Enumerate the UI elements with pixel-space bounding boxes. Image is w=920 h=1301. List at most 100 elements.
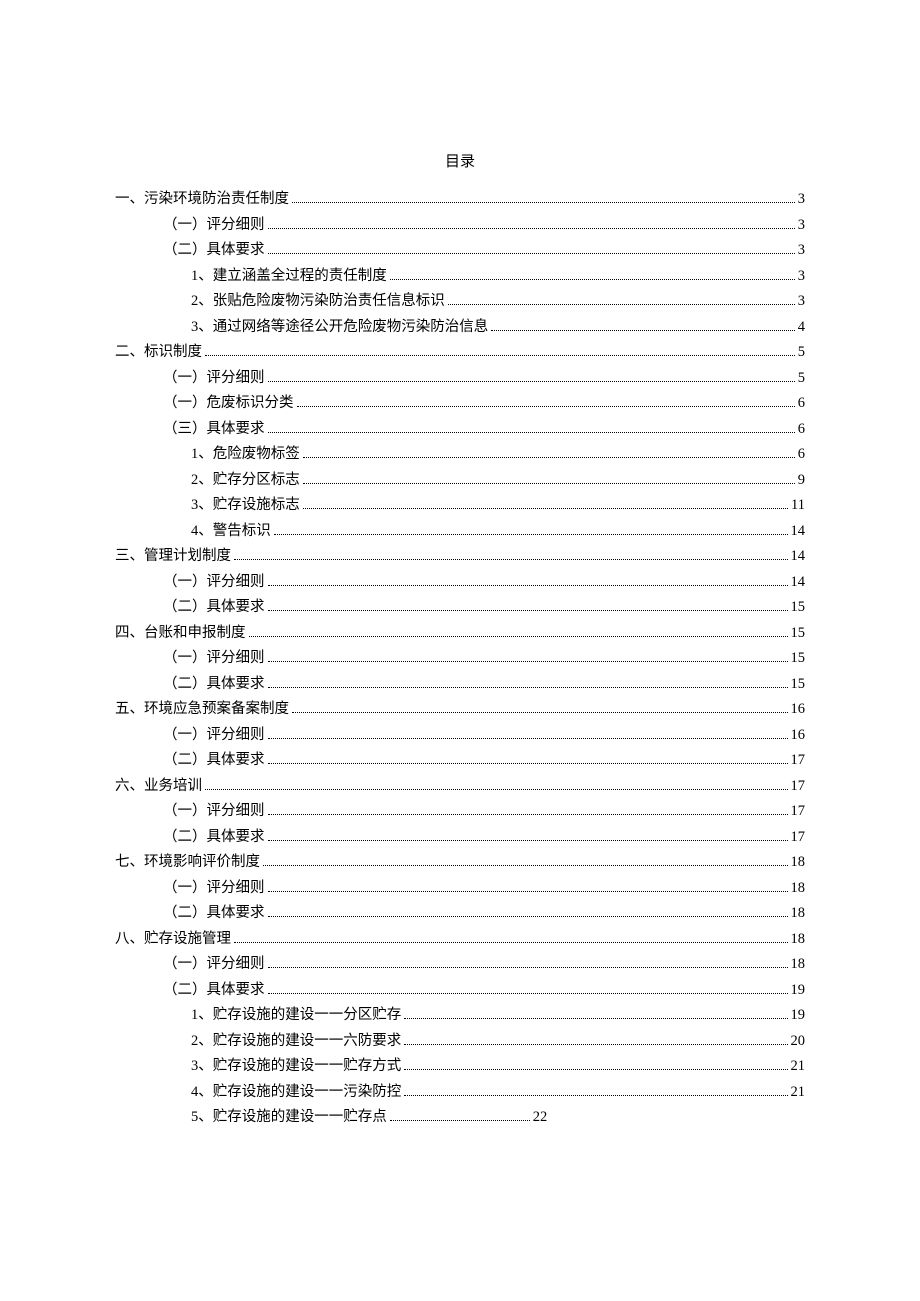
toc-leader: [268, 585, 788, 586]
toc-entry-label: 4、贮存设施的建设一一污染防控: [191, 1085, 401, 1100]
toc-entry: 1、危险废物标签6: [115, 447, 805, 462]
toc-leader: [234, 559, 788, 560]
toc-entry-page: 11: [791, 498, 805, 513]
toc-entry-page: 15: [791, 626, 806, 641]
toc-entry-page: 17: [791, 830, 806, 845]
toc-entry: 3、贮存设施标志 11: [115, 498, 805, 513]
toc-entry-label: （一）评分细则: [163, 371, 265, 386]
toc-entry-page: 16: [791, 702, 806, 717]
toc-entry-label: 3、通过网络等途径公开危险废物污染防治信息: [191, 320, 488, 335]
toc-leader: [297, 406, 795, 407]
toc-entry-page: 3: [798, 243, 805, 258]
toc-entry: （一）评分细则 5: [115, 371, 805, 386]
toc-leader: [491, 330, 795, 331]
toc-entry-label: （二）具体要求: [163, 600, 265, 615]
toc-entry-page: 3: [798, 218, 805, 233]
toc-entry-label: 六、业务培训: [115, 779, 202, 794]
toc-entry-label: 5、贮存设施的建设一一贮存点: [191, 1110, 387, 1125]
toc-leader: [268, 993, 788, 994]
toc-entry-label: （三）具体要求: [163, 422, 265, 437]
toc-entry-page: 19: [791, 1008, 806, 1023]
toc-leader: [234, 942, 788, 943]
toc-leader: [268, 661, 788, 662]
toc-entry: （二）具体要求17: [115, 753, 805, 768]
toc-entry-label: 二、标识制度: [115, 345, 202, 360]
toc-entry-label: （二）具体要求: [163, 677, 265, 692]
toc-entry: 1、建立涵盖全过程的责任制度3: [115, 269, 805, 284]
toc-entry-page: 20: [791, 1034, 806, 1049]
toc-entry-label: （二）具体要求: [163, 243, 265, 258]
toc-entry: 4、贮存设施的建设一一污染防控 21: [115, 1085, 805, 1100]
toc-leader: [292, 202, 795, 203]
toc-entry-page: 6: [798, 396, 805, 411]
toc-entry: （二）具体要求 17: [115, 830, 805, 845]
toc-entry-page: 3: [798, 192, 805, 207]
toc-entry-page: 5: [798, 371, 805, 386]
toc-entry: 七、环境影响评价制度18: [115, 855, 805, 870]
toc-entry-label: （二）具体要求: [163, 983, 265, 998]
toc-entry-label: （一）评分细则: [163, 804, 265, 819]
toc-entry-page: 15: [791, 651, 806, 666]
toc-entry-page: 17: [791, 779, 806, 794]
toc-entry-page: 5: [798, 345, 805, 360]
toc-entry: （一）评分细则 3: [115, 218, 805, 233]
toc-entry-label: （一）危废标识分类: [163, 396, 294, 411]
toc-entry-page: 21: [791, 1059, 806, 1074]
toc-entry-page: 15: [791, 600, 806, 615]
toc-entry: （一）评分细则 18: [115, 957, 805, 972]
toc-entry-page: 6: [798, 422, 805, 437]
toc-entry-label: （一）评分细则: [163, 575, 265, 590]
toc-entry: 3、贮存设施的建设一一贮存方式 21: [115, 1059, 805, 1074]
toc-entry: 一、污染环境防治责任制度 3: [115, 192, 805, 207]
toc-leader: [390, 279, 795, 280]
toc-entry-label: （一）评分细则: [163, 957, 265, 972]
toc-entry-label: （二）具体要求: [163, 830, 265, 845]
toc-entry: 五、环境应急预案备案制度16: [115, 702, 805, 717]
toc-entry: 2、贮存设施的建设一一六防要求20: [115, 1034, 805, 1049]
toc-entry-page: 9: [798, 473, 805, 488]
toc-entry: 1、贮存设施的建设一一分区贮存 19: [115, 1008, 805, 1023]
toc-leader: [268, 967, 788, 968]
toc-leader: [404, 1018, 787, 1019]
toc-entry-page: 4: [798, 320, 805, 335]
toc-entry: 四、台账和申报制度15: [115, 626, 805, 641]
toc-entry: （二）具体要求18: [115, 906, 805, 921]
toc-leader: [390, 1120, 530, 1121]
toc-leader: [268, 916, 788, 917]
toc-entry-label: （一）评分细则: [163, 218, 265, 233]
toc-leader: [303, 483, 795, 484]
toc-entry-label: （一）评分细则: [163, 881, 265, 896]
toc-entry-page: 14: [791, 524, 806, 539]
toc-leader: [268, 891, 788, 892]
toc-leader: [268, 738, 788, 739]
toc-entry-label: （一）评分细则: [163, 728, 265, 743]
toc-entry-page: 14: [791, 575, 806, 590]
toc-entry: 六、业务培训 17: [115, 779, 805, 794]
toc-leader: [268, 763, 788, 764]
toc-entry-page: 16: [791, 728, 806, 743]
toc-entry: 3、通过网络等途径公开危险废物污染防治信息 4: [115, 320, 805, 335]
toc-entry-label: 1、贮存设施的建设一一分区贮存: [191, 1008, 401, 1023]
toc-leader: [268, 840, 788, 841]
toc-entry-page: 19: [791, 983, 806, 998]
toc-entry-label: 3、贮存设施的建设一一贮存方式: [191, 1059, 401, 1074]
toc-entry: 二、标识制度 5: [115, 345, 805, 360]
toc-entry-label: 三、管理计划制度: [115, 549, 231, 564]
toc-entry: 5、贮存设施的建设一一贮存点 22: [115, 1110, 805, 1125]
toc-leader: [268, 432, 795, 433]
toc-entry-label: （二）具体要求: [163, 753, 265, 768]
toc-entry-label: 一、污染环境防治责任制度: [115, 192, 289, 207]
toc-entry: （一）评分细则 16: [115, 728, 805, 743]
toc-leader: [303, 508, 788, 509]
toc-entry-label: 3、贮存设施标志: [191, 498, 300, 513]
toc-entry: （一）评分细则18: [115, 881, 805, 896]
toc-entry: （三）具体要求 6: [115, 422, 805, 437]
toc-entry-page: 22: [533, 1110, 548, 1125]
toc-entry-page: 18: [791, 957, 806, 972]
toc-leader: [263, 865, 788, 866]
toc-entry-label: 2、张贴危险废物污染防治责任信息标识: [191, 294, 445, 309]
toc-leader: [249, 636, 788, 637]
toc-entry-page: 21: [791, 1085, 806, 1100]
toc-entry-page: 3: [798, 294, 805, 309]
toc-entry: （二）具体要求 15: [115, 600, 805, 615]
